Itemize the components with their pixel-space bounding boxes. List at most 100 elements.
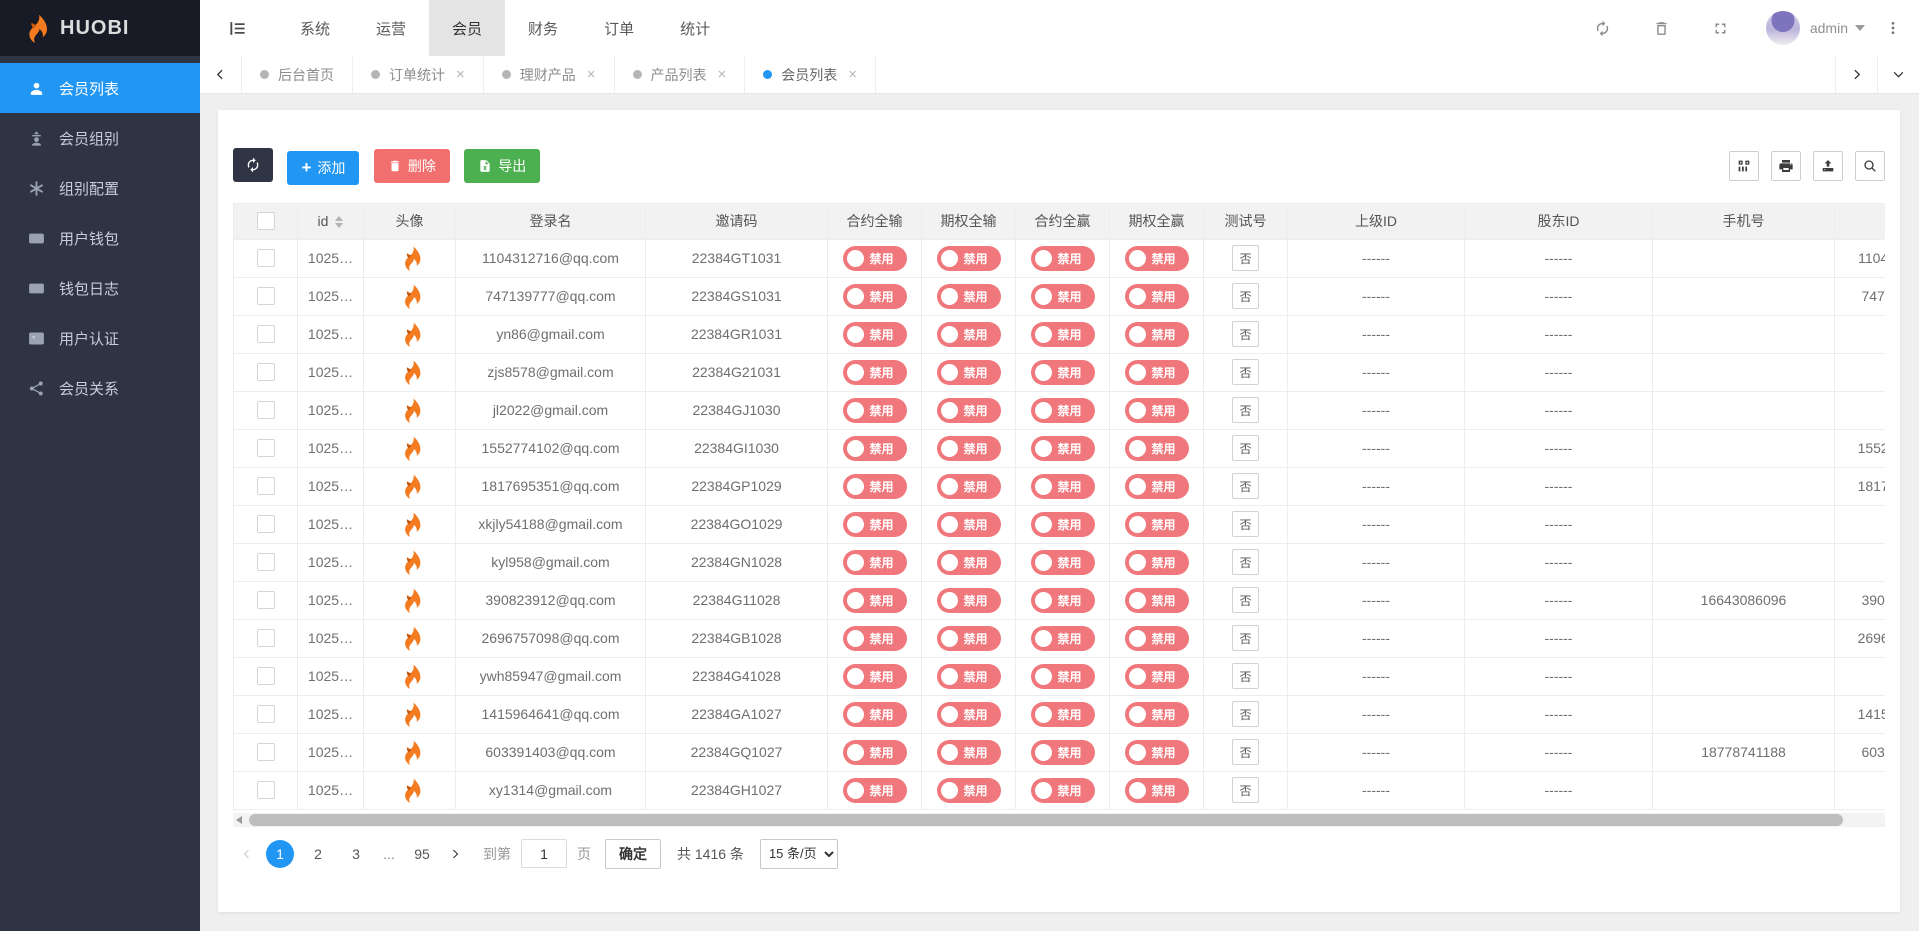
disable-toggle[interactable]: 禁用: [843, 322, 907, 347]
row-checkbox[interactable]: [257, 439, 275, 457]
disable-toggle[interactable]: 禁用: [1031, 360, 1095, 385]
disable-toggle[interactable]: 禁用: [1125, 588, 1189, 613]
disable-toggle[interactable]: 禁用: [937, 778, 1001, 803]
row-checkbox[interactable]: [257, 705, 275, 723]
sort-icon[interactable]: [335, 216, 343, 228]
sidebar-item[interactable]: 会员关系: [0, 363, 200, 413]
tabs-scroll-right-button[interactable]: [1835, 56, 1877, 93]
disable-toggle[interactable]: 禁用: [937, 398, 1001, 423]
horizontal-scrollbar[interactable]: [233, 813, 1885, 827]
disable-toggle[interactable]: 禁用: [843, 474, 907, 499]
previous-page-button[interactable]: [233, 848, 261, 860]
row-checkbox[interactable]: [257, 249, 275, 267]
scrollbar-thumb[interactable]: [249, 814, 1843, 826]
disable-toggle[interactable]: 禁用: [937, 550, 1001, 575]
page-button[interactable]: 2: [304, 840, 332, 868]
test-account-button[interactable]: 否: [1232, 397, 1259, 423]
disable-toggle[interactable]: 禁用: [1031, 246, 1095, 271]
tab-close-icon[interactable]: ×: [848, 67, 857, 82]
disable-toggle[interactable]: 禁用: [1031, 436, 1095, 461]
sidebar-item[interactable]: 组别配置: [0, 163, 200, 213]
disable-toggle[interactable]: 禁用: [843, 550, 907, 575]
row-checkbox[interactable]: [257, 591, 275, 609]
tab-close-icon[interactable]: ×: [456, 67, 465, 82]
disable-toggle[interactable]: 禁用: [1125, 512, 1189, 537]
disable-toggle[interactable]: 禁用: [843, 284, 907, 309]
row-checkbox[interactable]: [257, 401, 275, 419]
disable-toggle[interactable]: 禁用: [1125, 550, 1189, 575]
test-account-button[interactable]: 否: [1232, 739, 1259, 765]
row-checkbox[interactable]: [257, 325, 275, 343]
disable-toggle[interactable]: 禁用: [1031, 626, 1095, 651]
page-button[interactable]: 1: [266, 840, 294, 868]
columns-toggle-button[interactable]: [1729, 151, 1759, 181]
disable-toggle[interactable]: 禁用: [1125, 778, 1189, 803]
row-checkbox[interactable]: [257, 287, 275, 305]
test-account-button[interactable]: 否: [1232, 283, 1259, 309]
disable-toggle[interactable]: 禁用: [937, 626, 1001, 651]
row-checkbox[interactable]: [257, 477, 275, 495]
disable-toggle[interactable]: 禁用: [937, 588, 1001, 613]
tab-item[interactable]: 产品列表×: [615, 56, 746, 93]
disable-toggle[interactable]: 禁用: [843, 512, 907, 537]
test-account-button[interactable]: 否: [1232, 321, 1259, 347]
row-checkbox[interactable]: [257, 743, 275, 761]
page-size-select[interactable]: 15 条/页: [760, 839, 838, 869]
disable-toggle[interactable]: 禁用: [1125, 664, 1189, 689]
disable-toggle[interactable]: 禁用: [843, 360, 907, 385]
test-account-button[interactable]: 否: [1232, 359, 1259, 385]
select-all-checkbox[interactable]: [257, 212, 275, 230]
sidebar-toggle-icon[interactable]: [228, 19, 247, 38]
disable-toggle[interactable]: 禁用: [937, 284, 1001, 309]
tab-item[interactable]: 后台首页: [242, 56, 353, 93]
disable-toggle[interactable]: 禁用: [1031, 322, 1095, 347]
next-page-button[interactable]: [441, 848, 469, 860]
disable-toggle[interactable]: 禁用: [1031, 512, 1095, 537]
export-data-button[interactable]: [1813, 151, 1843, 181]
row-checkbox[interactable]: [257, 363, 275, 381]
disable-toggle[interactable]: 禁用: [1125, 740, 1189, 765]
print-button[interactable]: [1771, 151, 1801, 181]
test-account-button[interactable]: 否: [1232, 473, 1259, 499]
topnav-item[interactable]: 运营: [353, 0, 429, 56]
column-header[interactable]: id: [298, 203, 364, 239]
tab-item[interactable]: 订单统计×: [353, 56, 484, 93]
disable-toggle[interactable]: 禁用: [937, 436, 1001, 461]
tabs-scroll-left-button[interactable]: [200, 56, 242, 93]
tabs-menu-button[interactable]: [1877, 56, 1919, 93]
confirm-button[interactable]: 确定: [605, 839, 661, 869]
sidebar-item[interactable]: 会员组别: [0, 113, 200, 163]
fullscreen-icon[interactable]: [1712, 20, 1729, 37]
sidebar-item[interactable]: 用户认证: [0, 313, 200, 363]
disable-toggle[interactable]: 禁用: [1125, 474, 1189, 499]
more-options-icon[interactable]: [1885, 20, 1901, 36]
test-account-button[interactable]: 否: [1232, 511, 1259, 537]
disable-toggle[interactable]: 禁用: [1125, 360, 1189, 385]
topnav-item[interactable]: 财务: [505, 0, 581, 56]
delete-button[interactable]: 删除: [374, 149, 450, 183]
disable-toggle[interactable]: 禁用: [937, 702, 1001, 727]
row-checkbox[interactable]: [257, 629, 275, 647]
user-avatar[interactable]: [1766, 11, 1800, 45]
disable-toggle[interactable]: 禁用: [843, 740, 907, 765]
disable-toggle[interactable]: 禁用: [843, 398, 907, 423]
disable-toggle[interactable]: 禁用: [843, 778, 907, 803]
disable-toggle[interactable]: 禁用: [1125, 284, 1189, 309]
trash-icon[interactable]: [1653, 20, 1670, 37]
disable-toggle[interactable]: 禁用: [1031, 474, 1095, 499]
disable-toggle[interactable]: 禁用: [937, 512, 1001, 537]
disable-toggle[interactable]: 禁用: [843, 702, 907, 727]
disable-toggle[interactable]: 禁用: [1031, 702, 1095, 727]
disable-toggle[interactable]: 禁用: [1125, 398, 1189, 423]
test-account-button[interactable]: 否: [1232, 625, 1259, 651]
scrollbar-left-arrow-icon[interactable]: [236, 816, 242, 824]
refresh-page-icon[interactable]: [1594, 20, 1611, 37]
test-account-button[interactable]: 否: [1232, 701, 1259, 727]
sidebar-item[interactable]: 会员列表: [0, 63, 200, 113]
topnav-item[interactable]: 统计: [657, 0, 733, 56]
disable-toggle[interactable]: 禁用: [1031, 550, 1095, 575]
disable-toggle[interactable]: 禁用: [937, 360, 1001, 385]
page-button[interactable]: 3: [342, 840, 370, 868]
disable-toggle[interactable]: 禁用: [1031, 398, 1095, 423]
test-account-button[interactable]: 否: [1232, 435, 1259, 461]
